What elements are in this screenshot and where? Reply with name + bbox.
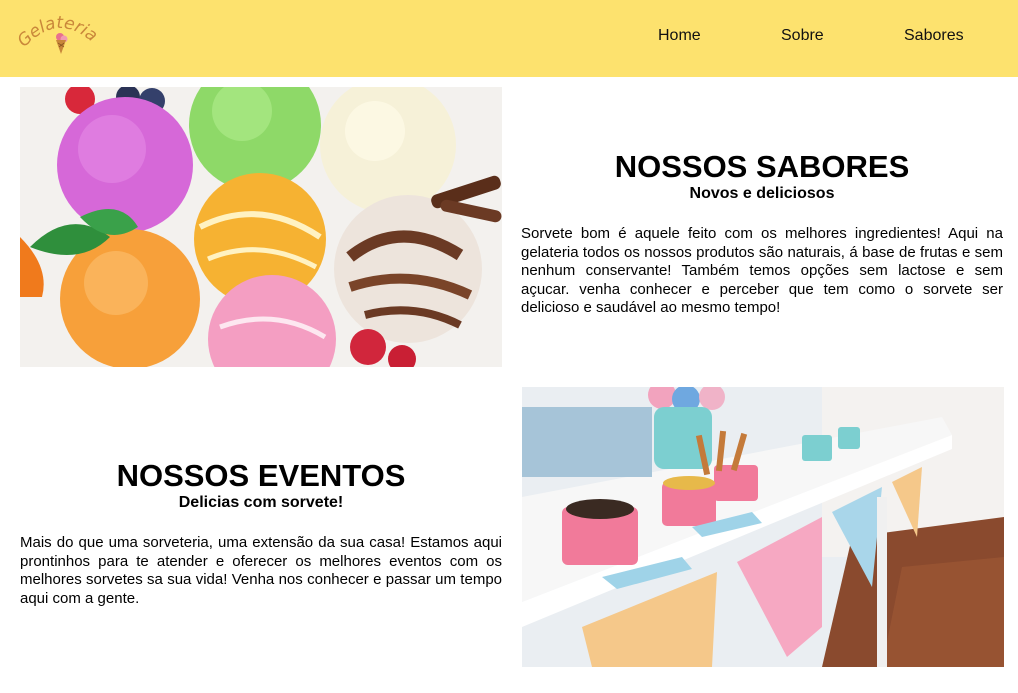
gelateria-logo[interactable]: Gelateria bbox=[14, 13, 108, 64]
nav-home[interactable]: Home bbox=[658, 27, 701, 45]
eventos-description: Mais do que uma sorveteria, uma extensão… bbox=[20, 534, 502, 607]
next-section-photo bbox=[20, 687, 502, 693]
sabores-description: Sorvete bom é aquele feito com os melhor… bbox=[521, 225, 1003, 316]
ice-cream-cone-icon: Gelateria bbox=[14, 13, 101, 54]
sabores-subtitle: Novos e deliciosos bbox=[689, 185, 835, 202]
party-table-photo bbox=[522, 387, 1004, 667]
nav-sobre[interactable]: Sobre bbox=[781, 27, 824, 45]
ice-cream-scoops-photo bbox=[20, 87, 502, 367]
eventos-text-block: NOSSOS EVENTOS Delicias com sorvete! Mai… bbox=[20, 460, 502, 608]
site-header: Gelateria Home Sobre Sabores bbox=[0, 0, 1018, 77]
eventos-title: NOSSOS EVENTOS bbox=[116, 458, 406, 493]
sabores-title: NOSSOS SABORES bbox=[614, 149, 910, 184]
sabores-text-block: NOSSOS SABORES Novos e deliciosos Sorvet… bbox=[521, 151, 1003, 318]
nav-sabores[interactable]: Sabores bbox=[904, 27, 964, 45]
eventos-subtitle: Delicias com sorvete! bbox=[178, 494, 344, 511]
